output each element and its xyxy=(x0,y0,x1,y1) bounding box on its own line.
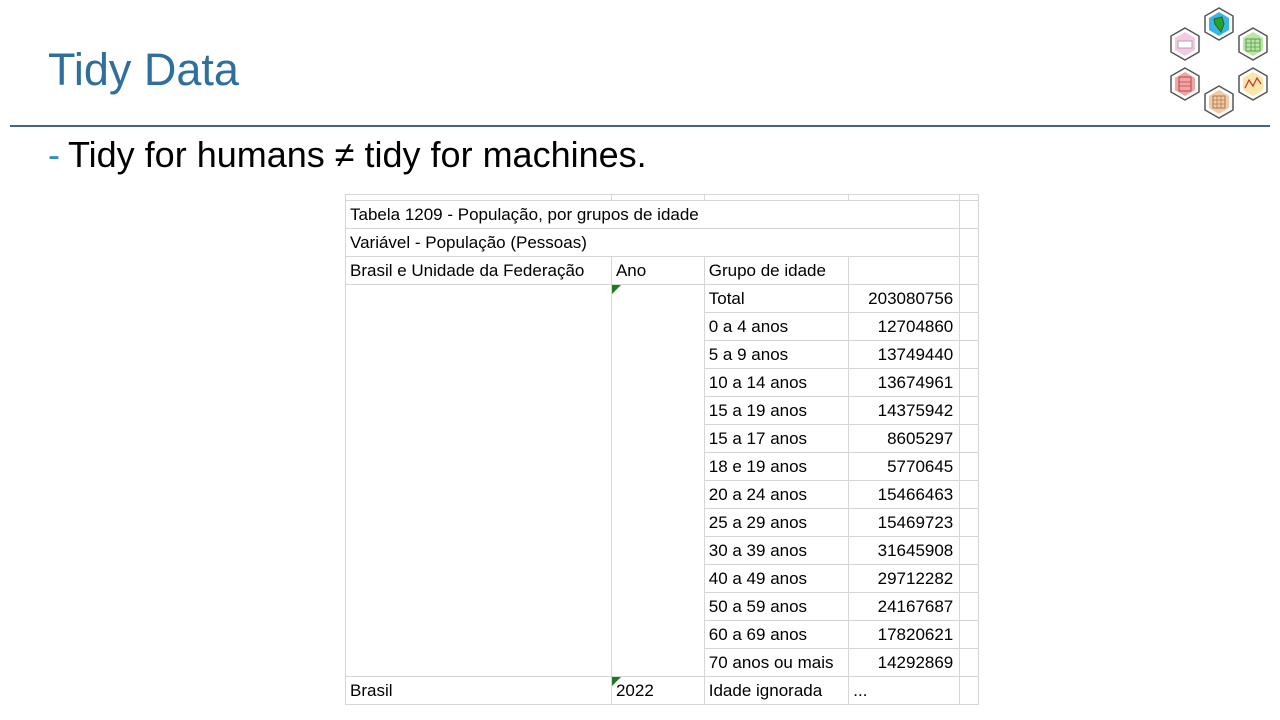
cell-year[interactable] xyxy=(610,648,705,677)
table-row: 10 a 14 anos 13674961 xyxy=(345,368,979,397)
population-table: Tabela 1209 - População, por grupos de i… xyxy=(345,194,979,705)
hexagon-cluster-logo-icon xyxy=(1170,7,1268,119)
cell-year[interactable] xyxy=(610,368,705,397)
cell-group[interactable]: Total xyxy=(703,284,850,313)
cell-year[interactable] xyxy=(610,536,705,565)
cell-year[interactable] xyxy=(610,592,705,621)
cell-value[interactable]: 12704860 xyxy=(848,312,961,341)
cell-value[interactable]: 31645908 xyxy=(848,536,961,565)
header-cell-place[interactable]: Brasil e Unidade da Federação xyxy=(345,256,612,285)
cell-year[interactable] xyxy=(610,508,705,537)
cell-place[interactable] xyxy=(345,620,612,649)
cell-value[interactable]: 5770645 xyxy=(848,452,961,481)
cell-year[interactable] xyxy=(610,424,705,453)
cell-place[interactable] xyxy=(345,312,612,341)
title-divider xyxy=(10,125,1270,127)
table-row: 18 e 19 anos 5770645 xyxy=(345,452,979,481)
cell-group[interactable]: 25 a 29 anos xyxy=(703,508,850,537)
cell-group[interactable]: 30 a 39 anos xyxy=(703,536,850,565)
table-title-row: Tabela 1209 - População, por grupos de i… xyxy=(345,200,979,229)
bullet-dash: - xyxy=(48,134,60,175)
cell-group[interactable]: 0 a 4 anos xyxy=(703,312,850,341)
cell-year[interactable] xyxy=(610,620,705,649)
table-row: 20 a 24 anos 15466463 xyxy=(345,480,979,509)
table-row: 5 a 9 anos 13749440 xyxy=(345,340,979,369)
cell-year[interactable] xyxy=(610,284,705,313)
cell-place[interactable] xyxy=(345,396,612,425)
header-cell-group[interactable]: Grupo de idade xyxy=(703,256,850,285)
cell-group[interactable]: 5 a 9 anos xyxy=(703,340,850,369)
cell-place[interactable] xyxy=(345,508,612,537)
table-variable-row: Variável - População (Pessoas) xyxy=(345,228,979,257)
table-row: Brasil 2022 Idade ignorada... xyxy=(345,676,979,705)
bullet-text: Tidy for humans ≠ tidy for machines. xyxy=(68,134,647,175)
cell-value[interactable]: 15466463 xyxy=(848,480,961,509)
table-variable-cell[interactable]: Variável - População (Pessoas) xyxy=(345,228,961,257)
cell-place[interactable] xyxy=(345,452,612,481)
cell-place[interactable] xyxy=(345,648,612,677)
cell-value[interactable]: 8605297 xyxy=(848,424,961,453)
table-row: 40 a 49 anos 29712282 xyxy=(345,564,979,593)
cell-group[interactable]: 70 anos ou mais xyxy=(703,648,850,677)
cell-place[interactable] xyxy=(345,480,612,509)
table-row: 15 a 17 anos 8605297 xyxy=(345,424,979,453)
cell-value[interactable]: ... xyxy=(848,676,961,705)
cell-group[interactable]: 50 a 59 anos xyxy=(703,592,850,621)
bullet-point: - Tidy for humans ≠ tidy for machines. xyxy=(48,134,647,176)
cell-place[interactable] xyxy=(345,536,612,565)
cell-value[interactable]: 15469723 xyxy=(848,508,961,537)
spreadsheet-screenshot: Tabela 1209 - População, por grupos de i… xyxy=(345,194,979,720)
cell-place[interactable] xyxy=(345,284,612,313)
cell-group[interactable]: Idade ignorada xyxy=(703,676,850,705)
cell-year[interactable] xyxy=(610,480,705,509)
cell-value[interactable]: 14292869 xyxy=(848,648,961,677)
table-header-row: Brasil e Unidade da Federação Ano Grupo … xyxy=(345,256,979,285)
cell-value[interactable]: 203080756 xyxy=(848,284,961,313)
cell-year[interactable]: 2022 xyxy=(610,676,705,705)
table-row: 15 a 19 anos 14375942 xyxy=(345,396,979,425)
table-row: 50 a 59 anos 24167687 xyxy=(345,592,979,621)
cell-place[interactable] xyxy=(345,368,612,397)
cell-group[interactable]: 10 a 14 anos xyxy=(703,368,850,397)
cell-group[interactable]: 20 a 24 anos xyxy=(703,480,850,509)
cell-value[interactable]: 24167687 xyxy=(848,592,961,621)
cell-year[interactable] xyxy=(610,564,705,593)
table-row: 30 a 39 anos 31645908 xyxy=(345,536,979,565)
table-title-cell[interactable]: Tabela 1209 - População, por grupos de i… xyxy=(345,200,961,229)
cell-year[interactable] xyxy=(610,396,705,425)
table-row: 60 a 69 anos 17820621 xyxy=(345,620,979,649)
cell-place[interactable] xyxy=(345,564,612,593)
cell-place[interactable]: Brasil xyxy=(345,676,612,705)
cell-value[interactable]: 17820621 xyxy=(848,620,961,649)
cell-year[interactable] xyxy=(610,340,705,369)
cell-year[interactable] xyxy=(610,452,705,481)
table-row: 70 anos ou mais 14292869 xyxy=(345,648,979,677)
header-cell-year[interactable]: Ano xyxy=(610,256,705,285)
cell-value[interactable]: 14375942 xyxy=(848,396,961,425)
cell-group[interactable]: 60 a 69 anos xyxy=(703,620,850,649)
cell-value[interactable]: 29712282 xyxy=(848,564,961,593)
cell-place[interactable] xyxy=(345,340,612,369)
cell-group[interactable]: 40 a 49 anos xyxy=(703,564,850,593)
cell-group[interactable]: 15 a 17 anos xyxy=(703,424,850,453)
table-row: 0 a 4 anos 12704860 xyxy=(345,312,979,341)
cell-place[interactable] xyxy=(345,424,612,453)
header-cell-value[interactable] xyxy=(848,256,961,285)
cell-value[interactable]: 13674961 xyxy=(848,368,961,397)
table-row: 25 a 29 anos 15469723 xyxy=(345,508,979,537)
cell-value[interactable]: 13749440 xyxy=(848,340,961,369)
cell-group[interactable]: 18 e 19 anos xyxy=(703,452,850,481)
cell-place[interactable] xyxy=(345,592,612,621)
slide-title: Tidy Data xyxy=(48,44,239,95)
cell-group[interactable]: 15 a 19 anos xyxy=(703,396,850,425)
table-row: Total 203080756 xyxy=(345,284,979,313)
cell-year[interactable] xyxy=(610,312,705,341)
